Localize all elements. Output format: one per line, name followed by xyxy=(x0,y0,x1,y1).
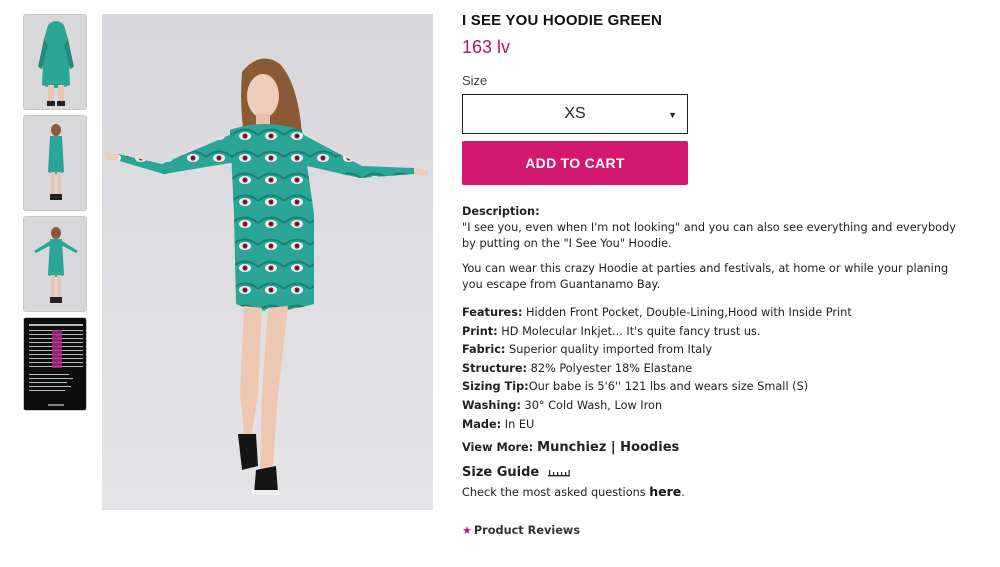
ruler-icon xyxy=(547,469,570,477)
feature-value: HD Molecular Inkjet... It's quite fancy … xyxy=(497,324,761,338)
feature-row: Sizing Tip:Our babe is 5'6'' 121 lbs and… xyxy=(462,378,972,397)
feature-value: Our babe is 5'6'' 121 lbs and wears size… xyxy=(528,380,809,394)
product-main-image[interactable] xyxy=(102,14,433,510)
thumbnail-image xyxy=(24,217,86,311)
thumbnail-front-view[interactable] xyxy=(23,216,87,312)
feature-value: Superior quality imported from Italy xyxy=(505,343,713,357)
product-description: Description: "I see you, even when I'm n… xyxy=(462,204,972,293)
thumbnail-side-view[interactable] xyxy=(23,115,87,211)
thumbnail-image xyxy=(24,15,86,109)
faq-line: Check the most asked questions here. xyxy=(462,484,972,501)
chevron-down-icon: ▼ xyxy=(668,110,677,120)
thumbnail-back-view[interactable] xyxy=(23,14,87,110)
product-info: I SEE YOU HOODIE GREEN 163 lv Size XS ▼ … xyxy=(462,12,972,537)
feature-row: Structure: 82% Polyester 18% Elastane xyxy=(462,360,972,379)
feature-row: Made: In EU xyxy=(462,416,972,435)
faq-link[interactable]: here xyxy=(649,484,681,499)
thumbnail-gallery xyxy=(23,14,87,416)
size-guide-label: Size Guide xyxy=(462,465,540,481)
feature-value: 30° Cold Wash, Low Iron xyxy=(520,398,663,412)
size-label: Size xyxy=(462,73,488,88)
feature-row: Fabric: Superior quality imported from I… xyxy=(462,341,972,360)
size-chart-image xyxy=(24,318,86,410)
feature-label: Sizing Tip: xyxy=(462,380,529,394)
faq-text: Check the most asked questions xyxy=(462,486,650,500)
feature-row: Print: HD Molecular Inkjet... It's quite… xyxy=(462,323,972,342)
feature-value: Hidden Front Pocket, Double-Lining,Hood … xyxy=(522,306,852,319)
size-guide-title[interactable]: Size Guide xyxy=(462,464,972,482)
thumbnail-image xyxy=(24,116,86,210)
feature-row: Features: Hidden Front Pocket, Double-Li… xyxy=(462,304,972,323)
feature-label: Made: xyxy=(462,417,502,431)
feature-row: Washing: 30° Cold Wash, Low Iron xyxy=(462,397,972,416)
description-paragraph: "I see you, even when I'm not looking" a… xyxy=(462,221,956,250)
features-list: Features: Hidden Front Pocket, Double-Li… xyxy=(462,304,972,434)
size-selected-value: XS xyxy=(564,105,586,122)
feature-label: Print: xyxy=(462,324,498,338)
feature-label: Fabric: xyxy=(462,343,506,357)
view-more-label: View More: xyxy=(462,441,538,455)
reviews-label: Product Reviews xyxy=(473,524,581,538)
feature-label: Features: xyxy=(462,306,523,319)
thumbnail-size-chart[interactable] xyxy=(23,317,87,411)
description-title: Description: xyxy=(462,205,540,218)
size-select[interactable]: XS ▼ xyxy=(462,94,688,134)
product-title: I SEE YOU HOODIE GREEN xyxy=(462,12,663,29)
add-to-cart-button[interactable]: ADD TO CART xyxy=(462,141,688,185)
product-price: 163 lv xyxy=(462,37,511,57)
view-more: View More: Munchiez | Hoodies xyxy=(462,438,972,458)
feature-label: Washing: xyxy=(462,398,521,412)
star-icon: ★ xyxy=(462,524,472,538)
product-reviews-link[interactable]: ★ Product Reviews xyxy=(462,524,972,537)
description-paragraph: You can wear this crazy Hoodie at partie… xyxy=(462,262,949,291)
view-more-links[interactable]: Munchiez | Hoodies xyxy=(537,440,679,455)
feature-value: 82% Polyester 18% Elastane xyxy=(527,361,693,375)
feature-label: Structure: xyxy=(462,361,528,375)
faq-end: . xyxy=(681,486,685,500)
feature-value: In EU xyxy=(501,417,535,431)
model-photo xyxy=(102,14,433,510)
